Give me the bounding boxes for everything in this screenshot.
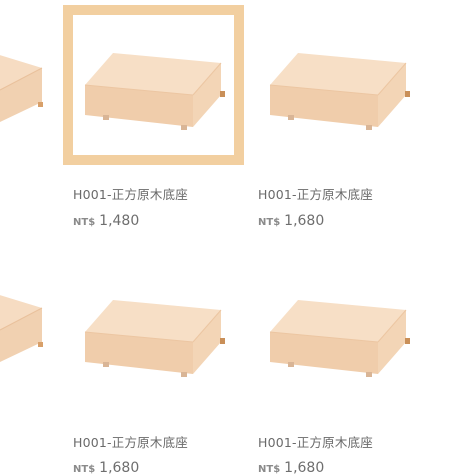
price-amount: 1,680 xyxy=(99,460,140,475)
wooden-base-icon xyxy=(0,295,43,362)
price-amount: 1,680 xyxy=(284,213,325,229)
currency-label: NT$ xyxy=(258,217,281,228)
product-image-3[interactable] xyxy=(73,262,234,402)
product-grid-page: H001-正方原木底座 NT$ 1,480 H001-正方原木底座 NT$ 1,68… xyxy=(0,0,475,475)
product-image-2[interactable] xyxy=(258,15,419,155)
product-name[interactable]: H001-正方原木底座 xyxy=(258,184,373,203)
product-price: NT$ 1,680 xyxy=(258,210,324,229)
currency-label: NT$ xyxy=(258,464,281,475)
product-price: NT$ 1,480 xyxy=(73,210,139,229)
wooden-base-icon xyxy=(269,300,410,377)
currency-label: NT$ xyxy=(73,217,96,228)
currency-label: NT$ xyxy=(73,464,96,475)
selected-product-highlight xyxy=(63,5,244,165)
product-name[interactable]: H001-正方原木底座 xyxy=(73,184,188,203)
product-name[interactable]: H001-正方原木底座 xyxy=(73,432,188,451)
product-image-partial-left-2[interactable] xyxy=(0,270,45,390)
wooden-base-icon xyxy=(0,55,43,122)
product-price: NT$ 1,680 xyxy=(73,457,139,475)
product-name[interactable]: H001-正方原木底座 xyxy=(258,432,373,451)
product-image-4[interactable] xyxy=(258,262,419,402)
product-price: NT$ 1,680 xyxy=(258,457,324,475)
wooden-base-icon xyxy=(269,53,410,130)
price-amount: 1,680 xyxy=(284,460,325,475)
product-image-partial-left-1[interactable] xyxy=(0,30,45,150)
wooden-base-icon xyxy=(84,300,225,377)
price-amount: 1,480 xyxy=(99,213,140,229)
